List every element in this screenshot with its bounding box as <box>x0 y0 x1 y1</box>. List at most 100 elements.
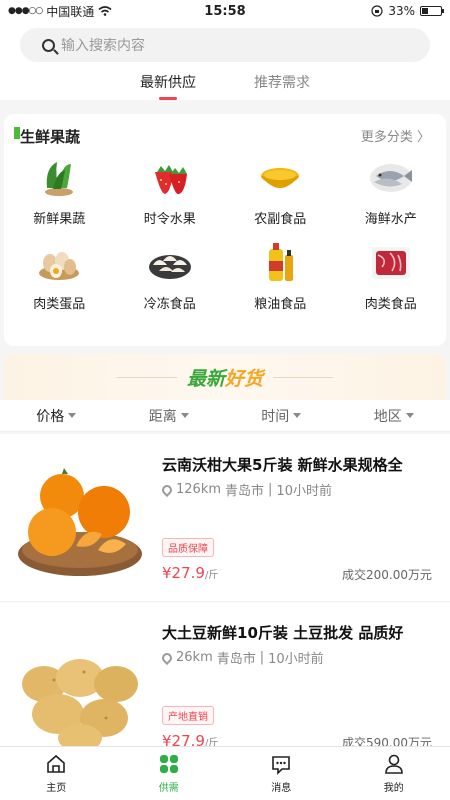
category-label: 时令水果 <box>143 212 196 227</box>
clock: 15:58 <box>204 3 246 19</box>
location-pin-icon <box>159 482 175 497</box>
filter-region[interactable]: 地区 <box>338 400 450 431</box>
filter-label: 距离 <box>148 408 177 425</box>
nav-label: 供需 <box>158 783 179 794</box>
tab-recommended-demand[interactable]: 推荐需求 <box>254 72 310 98</box>
nav-supply-demand[interactable]: 供需 <box>113 747 226 800</box>
tangerine-icon <box>18 468 142 576</box>
caret-down-icon <box>180 413 189 418</box>
vegetables-icon <box>45 162 74 196</box>
divider <box>273 376 334 378</box>
product-city: 青岛市 <box>216 652 256 667</box>
category-item-seafood[interactable]: 海鲜水产 <box>336 156 447 227</box>
fish-icon <box>369 164 412 192</box>
category-panel: 生鲜果蔬 更多分类 〉 新鲜果蔬 时令水果 农副食品 海鲜水产 肉类蛋品 冷冻食… <box>4 114 446 346</box>
category-label: 粮油食品 <box>254 297 307 312</box>
product-list: 云南沃柑大果5斤装 新鲜水果规格全 126km 青岛市 | 10小时前 品质保障… <box>0 434 450 746</box>
nav-home[interactable]: 主页 <box>0 747 113 800</box>
location-pin-icon <box>159 650 175 665</box>
category-label: 肉类蛋品 <box>33 297 86 312</box>
tab-bar: 最新供应 推荐需求 <box>0 72 450 98</box>
caret-down-icon <box>293 413 302 418</box>
product-meta: 126km 青岛市 | 10小时前 <box>159 480 332 499</box>
product-card[interactable]: 大土豆新鲜10斤装 土豆批发 品质好 26km 青岛市 | 10小时前 产地直销… <box>0 602 450 746</box>
signal-icon: ●●●○○ <box>8 6 43 16</box>
bottom-nav: 主页 供需 消息 我的 <box>0 746 450 800</box>
filter-bar: 价格 距离 时间 地区 <box>0 400 450 432</box>
category-item-meat-eggs[interactable]: 肉类蛋品 <box>4 241 115 312</box>
product-title: 大土豆新鲜10斤装 土豆批发 品质好 <box>162 624 404 642</box>
price-value: ¥27.9 <box>162 564 205 582</box>
product-card[interactable]: 云南沃柑大果5斤装 新鲜水果规格全 126km 青岛市 | 10小时前 品质保障… <box>0 434 450 602</box>
nav-messages[interactable]: 消息 <box>225 747 338 800</box>
category-title: 生鲜果蔬 <box>13 126 80 147</box>
product-price: ¥27.9/斤 <box>162 564 218 582</box>
category-label: 农副食品 <box>254 212 307 227</box>
category-item-vegetables[interactable]: 新鲜果蔬 <box>4 156 115 227</box>
header: 输入搜索内容 最新供应 推荐需求 <box>0 22 450 100</box>
wifi-icon <box>98 6 112 16</box>
filter-label: 时间 <box>261 408 290 425</box>
category-item-meat[interactable]: 肉类食品 <box>336 241 447 312</box>
profile-icon <box>384 754 403 774</box>
banner-title-part1: 最新 <box>186 367 225 390</box>
nav-label: 我的 <box>383 783 404 794</box>
category-item-frozen[interactable]: 冷冻食品 <box>115 241 226 312</box>
category-label: 冷冻食品 <box>143 297 196 312</box>
battery-fill <box>422 8 428 14</box>
meat-icon <box>371 247 410 279</box>
search-placeholder: 输入搜索内容 <box>61 38 145 54</box>
search-input[interactable]: 输入搜索内容 <box>20 28 430 62</box>
category-label: 肉类食品 <box>364 297 417 312</box>
rotation-lock-icon <box>371 5 383 17</box>
category-item-grain-oil[interactable]: 粮油食品 <box>225 241 336 312</box>
category-item-fruit[interactable]: 时令水果 <box>115 156 226 227</box>
divider <box>116 376 177 378</box>
message-icon <box>272 756 291 775</box>
product-price: ¥27.9/斤 <box>162 732 218 746</box>
meta-separator: | <box>268 482 273 497</box>
banner-title: 最新好货 <box>187 364 263 391</box>
product-title: 云南沃柑大果5斤装 新鲜水果规格全 <box>162 456 403 474</box>
category-item-agricultural[interactable]: 农副食品 <box>225 156 336 227</box>
product-tag: 产地直销 <box>162 706 214 725</box>
caret-down-icon <box>405 413 414 418</box>
product-time: 10小时前 <box>268 652 324 667</box>
carrier-label: 中国联通 <box>46 4 95 19</box>
grain-bowl-icon <box>261 168 300 188</box>
grid-icon <box>159 755 178 773</box>
tab-latest-supply[interactable]: 最新供应 <box>140 72 196 98</box>
product-city: 青岛市 <box>225 484 265 499</box>
product-deal-volume: 成交200.00万元 <box>342 568 432 582</box>
price-unit: /斤 <box>204 738 219 746</box>
status-bar: ●●●○○ 中国联通 15:58 33% <box>0 0 450 22</box>
nav-profile[interactable]: 我的 <box>338 747 450 800</box>
nav-label: 主页 <box>46 783 67 794</box>
banner-title-part2: 好货 <box>225 367 264 390</box>
meta-separator: | <box>259 650 265 665</box>
new-goods-banner: 最新好货 <box>4 354 446 400</box>
strawberry-icon <box>154 165 187 195</box>
more-categories-link[interactable]: 更多分类 〉 <box>361 126 430 147</box>
price-value: ¥27.9 <box>162 732 205 746</box>
product-deal-volume: 成交590.00万元 <box>342 736 432 746</box>
search-icon <box>42 38 55 52</box>
filter-time[interactable]: 时间 <box>225 400 338 431</box>
eggs-icon <box>39 252 80 280</box>
product-meta: 26km 青岛市 | 10小时前 <box>159 648 324 667</box>
product-time: 10小时前 <box>276 484 332 499</box>
filter-label: 价格 <box>36 408 65 425</box>
dumplings-icon <box>148 255 191 279</box>
filter-label: 地区 <box>373 408 402 425</box>
battery-percent: 33% <box>388 4 415 18</box>
filter-distance[interactable]: 距离 <box>113 400 226 431</box>
caret-down-icon <box>68 413 77 418</box>
potato-icon <box>22 659 138 746</box>
product-tag: 品质保障 <box>162 538 214 557</box>
price-unit: /斤 <box>204 570 219 581</box>
category-label: 海鲜水产 <box>364 212 417 227</box>
nav-label: 消息 <box>271 783 292 794</box>
filter-price[interactable]: 价格 <box>0 400 113 431</box>
battery-icon <box>420 6 444 16</box>
product-distance: 126km <box>176 482 222 497</box>
